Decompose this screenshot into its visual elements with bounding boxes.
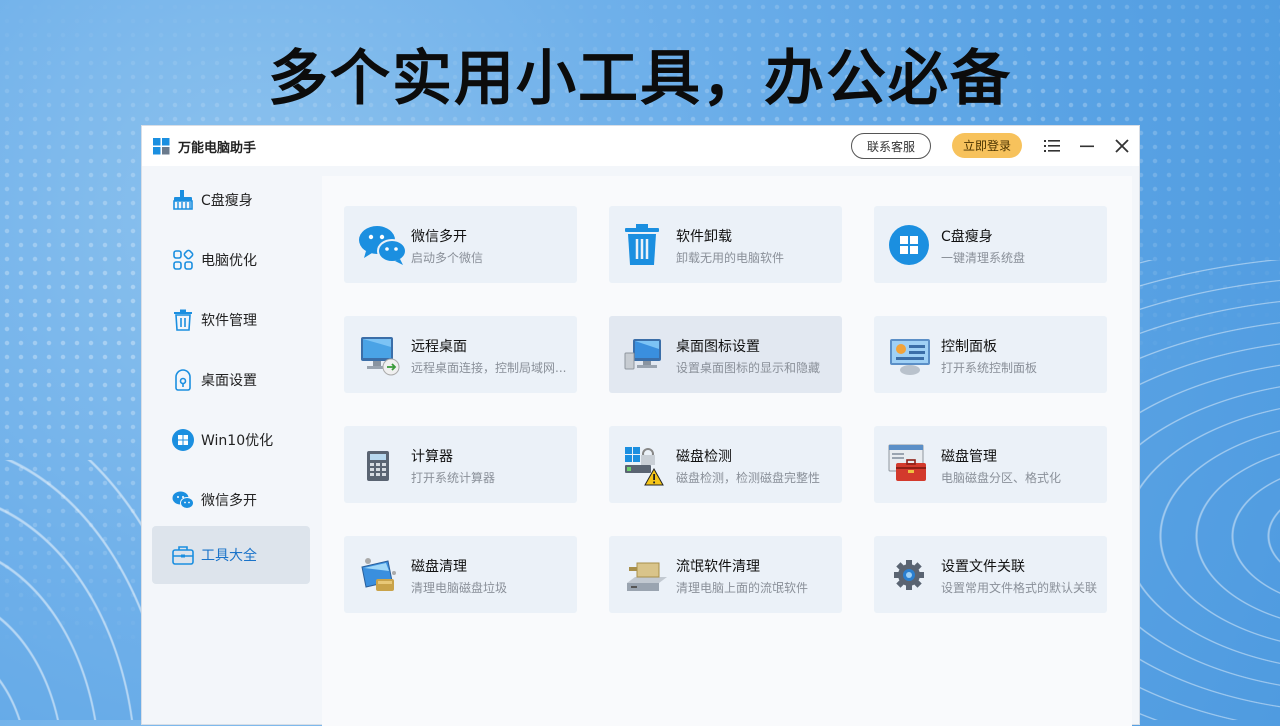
calculator-icon bbox=[367, 451, 389, 481]
wechat-icon bbox=[172, 491, 194, 509]
rogue-software-icon bbox=[627, 562, 667, 591]
app-window: 万能电脑助手 联系客服 立即登录 C盘瘦身 电脑优化 软件管理 桌面设置 Win… bbox=[141, 125, 1140, 726]
menu-icon[interactable] bbox=[1044, 138, 1060, 154]
tool-title: 流氓软件清理 bbox=[676, 559, 760, 575]
tool-title: C盘瘦身 bbox=[941, 229, 993, 245]
tool-title: 远程桌面 bbox=[411, 339, 467, 355]
sidebar-item-label: 微信多开 bbox=[201, 493, 257, 509]
sidebar-item-optimize[interactable]: 电脑优化 bbox=[152, 231, 310, 289]
disk-manage-icon bbox=[888, 444, 926, 481]
sidebar-item-label: 电脑优化 bbox=[201, 253, 257, 269]
tool-card-c-drive[interactable]: C盘瘦身 一键清理系统盘 bbox=[874, 206, 1107, 283]
tool-title: 微信多开 bbox=[411, 229, 467, 245]
sidebar-item-software[interactable]: 软件管理 bbox=[152, 291, 310, 349]
remote-desktop-icon bbox=[361, 337, 400, 376]
windows-icon bbox=[172, 429, 194, 451]
disk-clean-icon bbox=[361, 558, 396, 591]
tool-card-disk-clean[interactable]: 磁盘清理 清理电脑磁盘垃圾 bbox=[344, 536, 577, 613]
app-title: 万能电脑助手 bbox=[178, 141, 257, 156]
sidebar-item-wechat[interactable]: 微信多开 bbox=[152, 471, 310, 529]
broom-icon bbox=[173, 190, 193, 210]
tool-title: 桌面图标设置 bbox=[676, 339, 760, 355]
gear-icon bbox=[894, 560, 924, 590]
tool-title: 计算器 bbox=[411, 449, 453, 465]
tool-card-file-association[interactable]: 设置文件关联 设置常用文件格式的默认关联 bbox=[874, 536, 1107, 613]
tool-desc: 设置桌面图标的显示和隐藏 bbox=[676, 361, 821, 375]
sidebar-item-label: 软件管理 bbox=[201, 313, 257, 329]
tool-desc: 卸载无用的电脑软件 bbox=[676, 251, 785, 265]
tool-desc: 一键清理系统盘 bbox=[941, 251, 1026, 265]
sidebar-item-label: 桌面设置 bbox=[201, 373, 257, 389]
tool-desc: 磁盘检测，检测磁盘完整性 bbox=[676, 471, 821, 485]
toolbox-icon bbox=[172, 546, 194, 565]
trash-icon bbox=[625, 224, 659, 265]
tool-desc: 启动多个微信 bbox=[411, 251, 484, 265]
sidebar-item-label: Win10优化 bbox=[201, 433, 274, 449]
tool-desc: 设置常用文件格式的默认关联 bbox=[941, 581, 1098, 595]
tool-card-disk-check[interactable]: 磁盘检测 磁盘检测，检测磁盘完整性 bbox=[609, 426, 842, 503]
tool-card-wechat[interactable]: 微信多开 启动多个微信 bbox=[344, 206, 577, 283]
tool-title: 控制面板 bbox=[941, 339, 997, 355]
login-button[interactable]: 立即登录 bbox=[952, 133, 1022, 158]
tools-grid: 微信多开 启动多个微信 软件卸载 卸载无用的电脑软件 C盘瘦身 一键清理系统盘 bbox=[322, 176, 1132, 726]
sidebar-item-win10[interactable]: Win10优化 bbox=[152, 411, 310, 469]
sidebar-item-label: 工具大全 bbox=[201, 548, 257, 564]
sidebar-item-label: C盘瘦身 bbox=[201, 193, 253, 209]
tool-desc: 打开系统计算器 bbox=[411, 471, 496, 485]
tool-card-uninstall[interactable]: 软件卸载 卸载无用的电脑软件 bbox=[609, 206, 842, 283]
desktop-settings-icon bbox=[175, 369, 191, 391]
tool-card-desktop-icons[interactable]: 桌面图标设置 设置桌面图标的显示和隐藏 bbox=[609, 316, 842, 393]
minimize-icon[interactable] bbox=[1079, 138, 1095, 154]
sidebar-item-toolbox[interactable]: 工具大全 bbox=[152, 526, 310, 584]
tool-desc: 清理电脑磁盘垃圾 bbox=[411, 581, 508, 595]
control-panel-icon bbox=[890, 339, 930, 375]
sidebar-item-desktop[interactable]: 桌面设置 bbox=[152, 351, 310, 409]
tool-title: 磁盘检测 bbox=[676, 449, 732, 465]
wechat-icon bbox=[359, 226, 407, 265]
sidebar: C盘瘦身 电脑优化 软件管理 桌面设置 Win10优化 微信多开 工具大全 bbox=[142, 166, 322, 726]
sidebar-item-c-drive[interactable]: C盘瘦身 bbox=[152, 171, 310, 229]
tool-card-calculator[interactable]: 计算器 打开系统计算器 bbox=[344, 426, 577, 503]
tool-desc: 清理电脑上面的流氓软件 bbox=[676, 581, 809, 595]
tool-desc: 远程桌面连接，控制局域网... bbox=[411, 361, 567, 375]
disk-check-icon bbox=[625, 447, 664, 486]
tool-card-remote-desktop[interactable]: 远程桌面 远程桌面连接，控制局域网... bbox=[344, 316, 577, 393]
tool-desc: 打开系统控制面板 bbox=[941, 361, 1038, 375]
tool-title: 软件卸载 bbox=[676, 229, 732, 245]
contact-service-button[interactable]: 联系客服 bbox=[851, 133, 931, 159]
close-icon[interactable] bbox=[1114, 138, 1130, 154]
trash-icon bbox=[174, 309, 192, 331]
app-logo-icon bbox=[153, 138, 170, 155]
windows-icon bbox=[889, 225, 929, 265]
tool-card-control-panel[interactable]: 控制面板 打开系统控制面板 bbox=[874, 316, 1107, 393]
promo-headline: 多个实用小工具，办公必备 bbox=[268, 44, 1012, 114]
tool-desc: 电脑磁盘分区、格式化 bbox=[941, 471, 1062, 485]
background-waves-left bbox=[0, 460, 160, 720]
title-bar: 万能电脑助手 联系客服 立即登录 bbox=[142, 126, 1139, 166]
tool-title: 磁盘管理 bbox=[941, 449, 997, 465]
tool-card-disk-manage[interactable]: 磁盘管理 电脑磁盘分区、格式化 bbox=[874, 426, 1107, 503]
tool-title: 设置文件关联 bbox=[941, 559, 1025, 575]
grid-optimize-icon bbox=[173, 249, 194, 270]
tool-card-rogue-software[interactable]: 流氓软件清理 清理电脑上面的流氓软件 bbox=[609, 536, 842, 613]
desktop-icon bbox=[624, 339, 661, 370]
tool-title: 磁盘清理 bbox=[411, 559, 467, 575]
